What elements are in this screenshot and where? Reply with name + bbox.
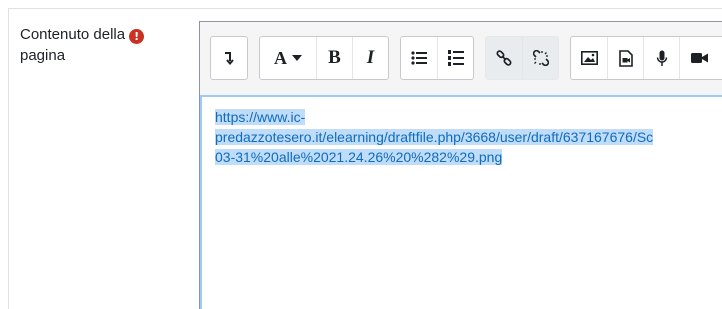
italic-button[interactable]: I (352, 37, 388, 79)
field-label-text: Contenuto della (20, 26, 126, 43)
record-video-button[interactable] (679, 37, 715, 79)
field-label: Contenuto della! pagina (20, 24, 185, 66)
unlink-button[interactable] (522, 37, 558, 79)
link-button[interactable] (486, 37, 522, 79)
editor-content-area[interactable]: https://www.ic- predazzotesero.it/elearn… (200, 95, 722, 309)
collapse-toolbar-button[interactable] (211, 37, 247, 79)
numbered-list-icon (447, 50, 464, 66)
rich-text-editor: A B I https://www.ic- predazzotesero.it/… (199, 21, 722, 309)
link-icon (496, 50, 512, 66)
editor-line-2[interactable]: predazzotesero.it/elearning/draftfile.ph… (215, 129, 654, 145)
chevron-down-icon (292, 55, 302, 61)
image-icon (580, 51, 598, 65)
bullet-list-icon (411, 51, 427, 65)
paragraph-style-button[interactable]: A (260, 37, 316, 79)
toolbar-group-collapse (210, 36, 248, 80)
microphone-icon (656, 50, 667, 66)
insert-image-button[interactable] (571, 37, 607, 79)
toolbar-group-lists (400, 36, 474, 80)
bold-button[interactable]: B (316, 37, 352, 79)
toolbar-group-media (570, 36, 722, 80)
unlink-icon (532, 50, 549, 66)
insert-media-button[interactable] (607, 37, 643, 79)
exclamation-circle-icon: ! (129, 29, 145, 44)
media-file-icon (618, 49, 633, 67)
italic-icon: I (366, 47, 375, 68)
editor-line-3[interactable]: 03-31%20alle%2021.24.26%20%282%29.png (215, 149, 503, 165)
font-style-icon: A (274, 47, 287, 68)
bold-icon: B (328, 47, 341, 68)
editor-line-1[interactable]: https://www.ic- (215, 109, 306, 125)
toolbar-group-style: A B I (259, 36, 389, 80)
arrow-down-corner-icon (225, 52, 234, 65)
field-label-text-line2: pagina (20, 47, 66, 64)
video-camera-icon (691, 53, 708, 63)
toolbar-group-links (485, 36, 559, 80)
ordered-list-button[interactable] (437, 37, 473, 79)
editor-toolbar: A B I (200, 22, 722, 96)
record-audio-button[interactable] (643, 37, 679, 79)
unordered-list-button[interactable] (401, 37, 437, 79)
